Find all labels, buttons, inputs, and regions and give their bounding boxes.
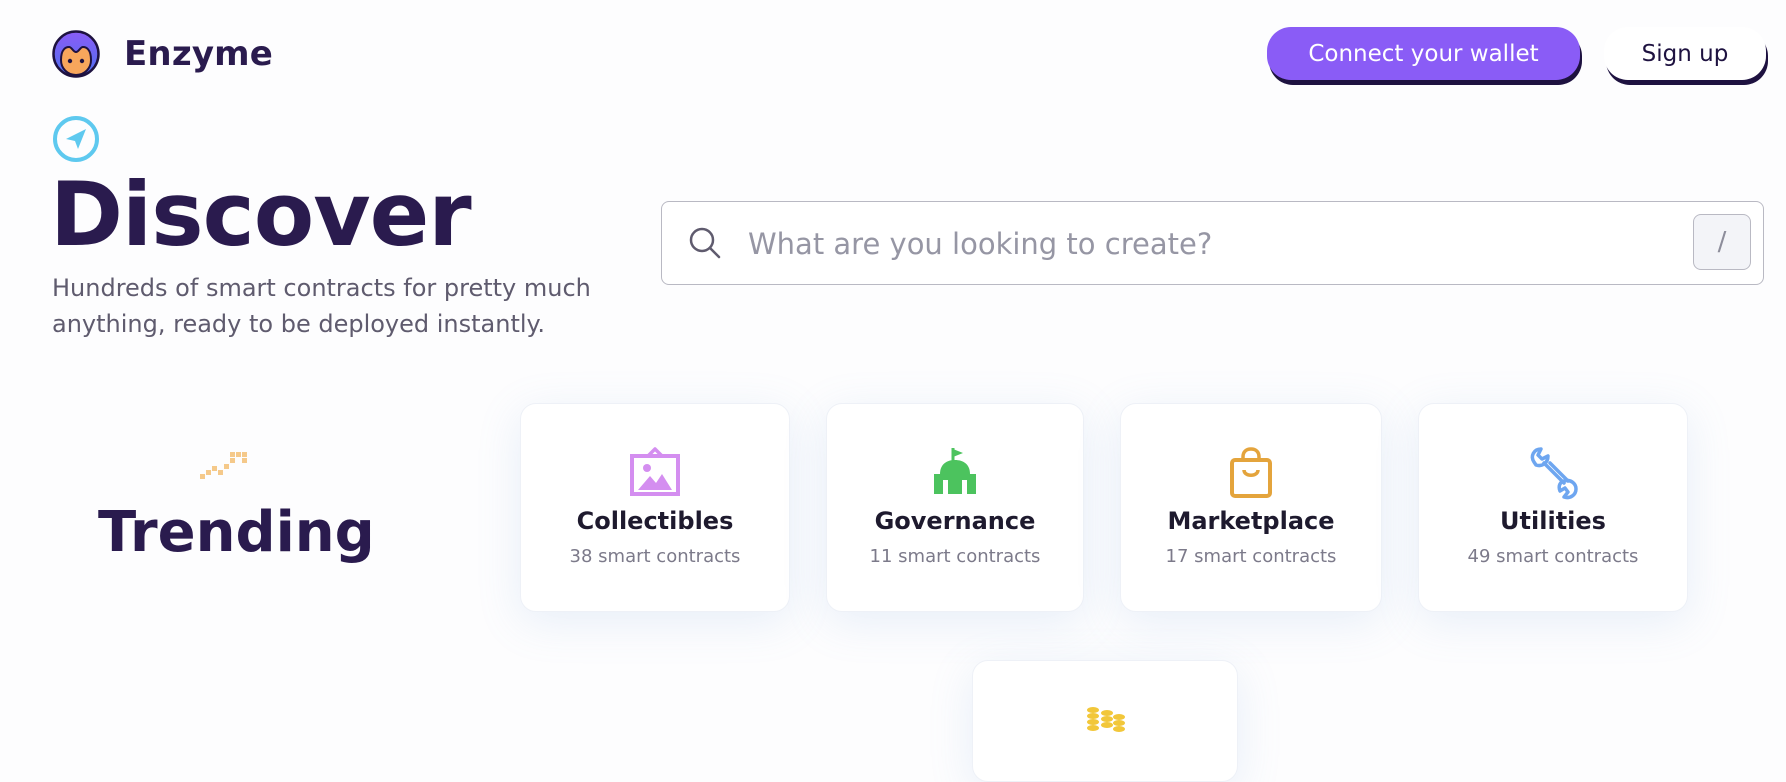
page-subtitle: Hundreds of smart contracts for pretty m… (52, 274, 591, 338)
card-count: 49 smart contracts (1467, 546, 1639, 567)
search-icon (688, 226, 722, 260)
page-title: Discover (50, 163, 472, 266)
card-title: Collectibles (576, 507, 734, 535)
brand-name[interactable]: Enzyme (124, 32, 273, 76)
card-count: 38 smart contracts (569, 546, 741, 567)
coin-stacks-icon (1078, 703, 1132, 757)
category-card-governance[interactable]: Governance 11 smart contracts (826, 403, 1084, 612)
category-card-utilities[interactable]: Utilities 49 smart contracts (1418, 403, 1688, 612)
connect-wallet-button[interactable]: Connect your wallet (1267, 27, 1580, 80)
card-count: 11 smart contracts (869, 546, 1041, 567)
shopping-bag-icon (1224, 446, 1278, 500)
card-title: Governance (874, 507, 1036, 535)
card-title: Marketplace (1167, 507, 1335, 535)
category-card-partial[interactable] (972, 660, 1238, 782)
search-box[interactable]: / (661, 201, 1764, 285)
card-title: Utilities (1500, 507, 1606, 535)
enzyme-logo-icon[interactable] (52, 30, 100, 78)
picture-frame-icon (628, 446, 682, 500)
search-shortcut-key: / (1693, 214, 1751, 270)
wrench-icon (1526, 446, 1580, 500)
trending-arrow-icon (198, 450, 250, 480)
capitol-building-icon (928, 446, 982, 500)
compass-icon (52, 115, 100, 163)
search-input[interactable] (746, 216, 1650, 272)
category-card-marketplace[interactable]: Marketplace 17 smart contracts (1120, 403, 1382, 612)
category-card-collectibles[interactable]: Collectibles 38 smart contracts (520, 403, 790, 612)
trending-title: Trending (98, 500, 375, 565)
card-count: 17 smart contracts (1165, 546, 1337, 567)
sign-up-button[interactable]: Sign up (1604, 27, 1766, 80)
